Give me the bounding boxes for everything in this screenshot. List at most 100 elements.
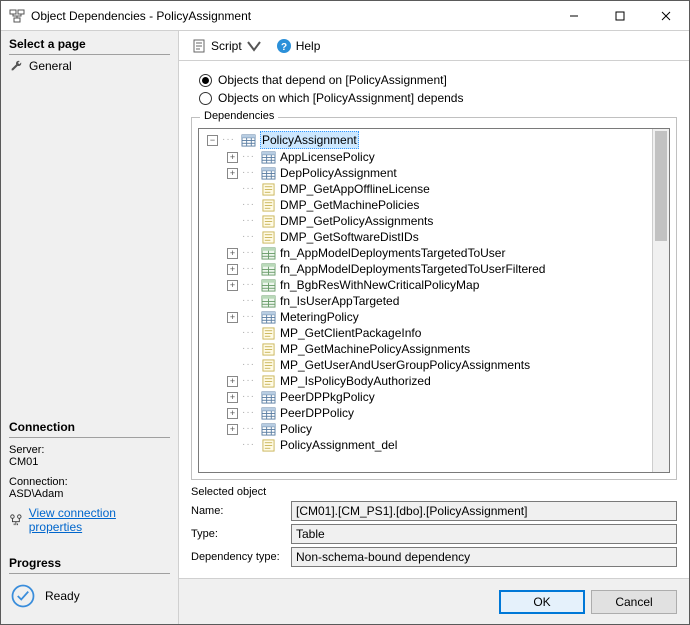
name-label: Name: [191, 505, 291, 517]
cancel-button[interactable]: Cancel [591, 590, 677, 614]
svg-text:?: ? [281, 42, 287, 53]
expand-icon[interactable]: + [227, 376, 238, 387]
tree-connector: ··· [242, 421, 260, 437]
tree-connector: ··· [242, 213, 260, 229]
name-field[interactable]: [CM01].[CM_PS1].[dbo].[PolicyAssignment] [291, 501, 677, 521]
tree-node[interactable]: ···PolicyAssignment_del [201, 437, 650, 453]
expand-icon[interactable]: + [227, 408, 238, 419]
radio-depends-on[interactable]: Objects that depend on [PolicyAssignment… [199, 73, 677, 87]
tree-node[interactable]: + ··· PeerDPPolicy [201, 405, 650, 421]
tree-connector: ··· [242, 229, 260, 245]
tree-connector: ··· [242, 277, 260, 293]
table-icon [260, 150, 276, 164]
tree-node-label: PeerDPPolicy [280, 405, 354, 421]
type-field[interactable]: Table [291, 524, 677, 544]
maximize-button[interactable] [597, 1, 643, 30]
tree-node-label: fn_AppModelDeploymentsTargetedToUserFilt… [280, 261, 545, 277]
tree-node[interactable]: +···PeerDPPkgPolicy [201, 389, 650, 405]
expand-spacer [227, 296, 238, 307]
window-title: Object Dependencies - PolicyAssignment [31, 9, 551, 23]
connection-heading: Connection [9, 418, 170, 438]
expand-icon[interactable]: + [227, 392, 238, 403]
expand-icon[interactable]: + [227, 424, 238, 435]
tree-node[interactable]: + ··· fn_AppModelDeploymentsTargetedToUser… [201, 261, 650, 277]
tree-connector: ··· [242, 149, 260, 165]
expand-spacer [227, 344, 238, 355]
tree-node[interactable]: ···MP_GetClientPackageInfo [201, 325, 650, 341]
dependencies-group: Dependencies −···PolicyAssignment+···App… [191, 117, 677, 480]
script-label: Script [211, 39, 242, 53]
tree-node[interactable]: ··· fn_IsUserAppTargeted [201, 293, 650, 309]
tree-node-label: fn_IsUserAppTargeted [280, 293, 399, 309]
tree-node[interactable]: ···DMP_GetPolicyAssignments [201, 213, 650, 229]
tree-node[interactable]: ···DMP_GetSoftwareDistIDs [201, 229, 650, 245]
tree-node[interactable]: +···DepPolicyAssignment [201, 165, 650, 181]
collapse-icon[interactable]: − [207, 135, 218, 146]
tree-connector: ··· [242, 293, 260, 309]
tree-node[interactable]: +···MeteringPolicy [201, 309, 650, 325]
expand-spacer [227, 232, 238, 243]
tree-node[interactable]: + ··· Policy [201, 421, 650, 437]
script-icon [191, 38, 207, 54]
tree-node[interactable]: ···DMP_GetMachinePolicies [201, 197, 650, 213]
ok-button[interactable]: OK [499, 590, 585, 614]
tree-connector: ··· [242, 325, 260, 341]
tree-node[interactable]: +···fn_AppModelDeploymentsTargetedToUser [201, 245, 650, 261]
dialog-window: Object Dependencies - PolicyAssignment S… [0, 0, 690, 625]
tree-connector: ··· [242, 341, 260, 357]
tree-node[interactable]: ···MP_GetMachinePolicyAssignments [201, 341, 650, 357]
scroll-thumb[interactable] [655, 131, 667, 241]
close-button[interactable] [643, 1, 689, 30]
proc-icon [260, 342, 276, 356]
tree-node[interactable]: +···MP_IsPolicyBodyAuthorized [201, 373, 650, 389]
chevron-down-icon [246, 38, 262, 54]
toolbar: Script ? Help [179, 31, 689, 61]
help-button[interactable]: ? Help [272, 36, 325, 56]
scrollbar[interactable] [652, 129, 669, 472]
selected-object-area: Selected object Name: [CM01].[CM_PS1].[d… [191, 486, 677, 570]
tree-connector: ··· [242, 405, 260, 421]
server-label: Server: [9, 444, 170, 456]
func-icon [260, 294, 276, 308]
page-general[interactable]: General [9, 57, 170, 75]
expand-spacer [227, 200, 238, 211]
expand-spacer [227, 328, 238, 339]
selected-object-heading: Selected object [191, 486, 677, 498]
progress-status: Ready [9, 582, 170, 610]
script-dropdown[interactable]: Script [187, 36, 266, 56]
view-connection-link[interactable]: View connection properties [29, 506, 170, 534]
dependency-tree[interactable]: −···PolicyAssignment+···AppLicensePolicy… [199, 129, 652, 472]
tree-node[interactable]: ···DMP_GetAppOfflineLicense [201, 181, 650, 197]
connection-value: ASD\Adam [9, 488, 170, 500]
window-buttons [551, 1, 689, 30]
ready-icon [9, 582, 37, 610]
help-icon: ? [276, 38, 292, 54]
connection-label: Connection: [9, 476, 170, 488]
tree-node[interactable]: ···MP_GetUserAndUserGroupPolicyAssignmen… [201, 357, 650, 373]
expand-spacer [227, 216, 238, 227]
tree-connector: ··· [242, 261, 260, 277]
dependencies-legend: Dependencies [200, 110, 278, 122]
table-icon [260, 390, 276, 404]
expand-icon[interactable]: + [227, 168, 238, 179]
view-connection-properties[interactable]: View connection properties [9, 504, 170, 536]
expand-icon[interactable]: + [227, 312, 238, 323]
expand-spacer [227, 360, 238, 371]
tree-node-label: Policy [280, 421, 312, 437]
tree-connector: ··· [242, 181, 260, 197]
expand-icon[interactable]: + [227, 152, 238, 163]
tree-node[interactable]: +···fn_BgbResWithNewCriticalPolicyMap [201, 277, 650, 293]
expand-icon[interactable]: + [227, 264, 238, 275]
dependency-type-field[interactable]: Non-schema-bound dependency [291, 547, 677, 567]
table-icon [260, 406, 276, 420]
expand-icon[interactable]: + [227, 280, 238, 291]
tree-node[interactable]: −···PolicyAssignment [201, 131, 650, 149]
tree-node-label: MP_IsPolicyBodyAuthorized [280, 373, 431, 389]
left-pane: Select a page General Connection Server:… [1, 31, 179, 624]
func-icon [260, 246, 276, 260]
minimize-button[interactable] [551, 1, 597, 30]
expand-icon[interactable]: + [227, 248, 238, 259]
tree-node-label: MP_GetUserAndUserGroupPolicyAssignments [280, 357, 530, 373]
radio-depends-by[interactable]: Objects on which [PolicyAssignment] depe… [199, 91, 677, 105]
tree-node[interactable]: +···AppLicensePolicy [201, 149, 650, 165]
